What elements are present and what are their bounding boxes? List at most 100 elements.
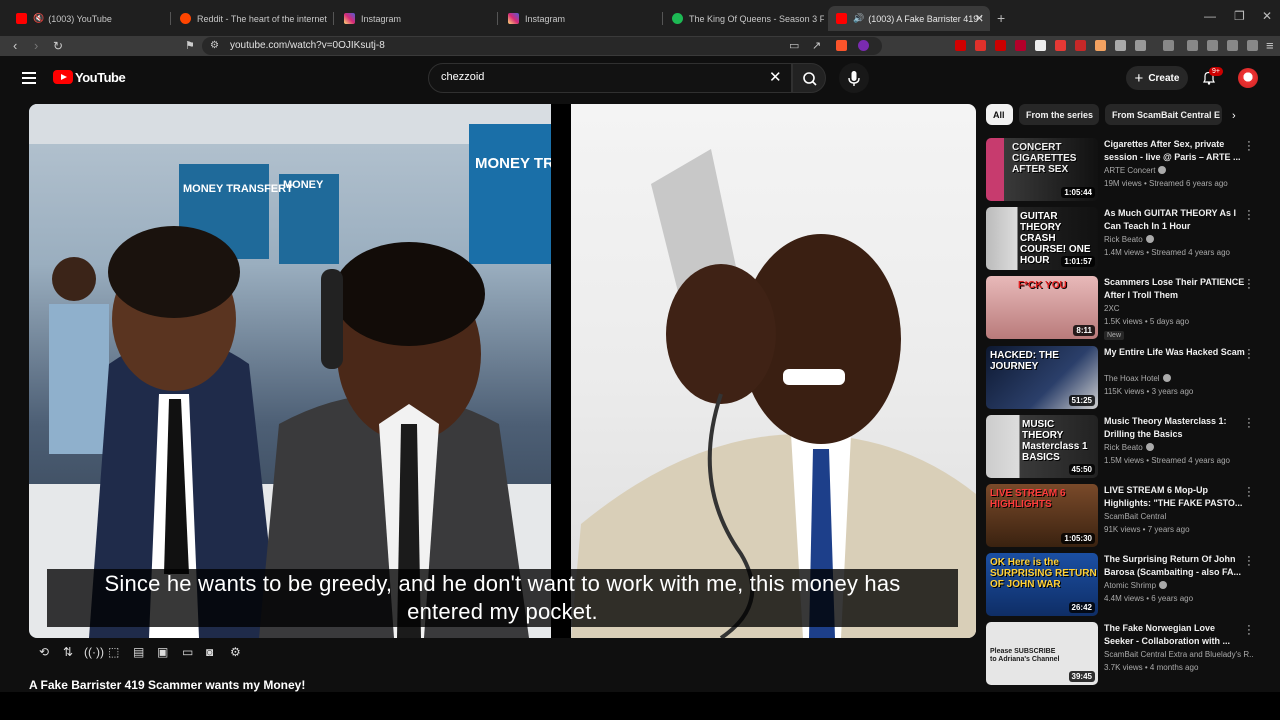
bookmark-icon[interactable]: ⚑ [185, 37, 195, 55]
channel-name[interactable]: ScamBait Central [1104, 512, 1166, 521]
chip-all[interactable]: All [986, 104, 1013, 125]
channel-name[interactable]: 2XC [1104, 304, 1120, 313]
url-text[interactable]: youtube.com/watch?v=0OJIKsutj-8 [230, 40, 385, 51]
more-options-icon[interactable]: · · · [1246, 414, 1252, 433]
create-button[interactable]: + Create [1126, 66, 1188, 90]
minimize-icon[interactable]: — [1204, 9, 1216, 23]
more-options-icon[interactable]: · · · [1246, 137, 1252, 156]
recommendation-item[interactable]: GUITAR THEORY CRASH COURSE! ONE HOUR 1:0… [986, 206, 1276, 271]
more-options-icon[interactable]: · · · [1246, 621, 1252, 640]
tab-instagram-1[interactable]: Instagram [336, 6, 496, 31]
sort-icon[interactable]: ⇅ [63, 645, 73, 659]
extension-icon[interactable] [995, 40, 1006, 51]
recommendation-title[interactable]: The Fake Norwegian Love Seeker - Collabo… [1104, 622, 1246, 648]
tab-instagram-2[interactable]: Instagram [500, 6, 660, 31]
vpn-icon[interactable] [1207, 40, 1218, 51]
channel-name[interactable]: Rick Beato [1104, 443, 1154, 452]
recommendation-item[interactable]: Please SUBSCRIBE to Adriana's Channel 39… [986, 621, 1276, 686]
more-options-icon[interactable]: · · · [1246, 275, 1252, 294]
search-query[interactable]: chezzoid [441, 71, 484, 83]
youtube-logo-text[interactable]: YouTube [75, 70, 126, 85]
brave-shield-icon[interactable] [836, 40, 847, 51]
extension-icon[interactable] [1055, 40, 1066, 51]
video-thumbnail[interactable]: MUSIC THEORY Masterclass 1 BASICS 45:50 [986, 415, 1098, 478]
install-app-icon[interactable]: ▭ [789, 37, 799, 55]
camera-icon[interactable]: ◙ [206, 645, 213, 659]
restore-icon[interactable]: ❐ [1234, 9, 1245, 23]
video-thumbnail[interactable]: LIVE STREAM 6 HIGHLIGHTS 1:05:30 [986, 484, 1098, 547]
extension-icon[interactable] [1035, 40, 1046, 51]
close-window-icon[interactable]: ✕ [1262, 9, 1272, 23]
audio-icon[interactable]: ((·)) [84, 645, 104, 659]
recommendation-item[interactable]: CONCERT CIGARETTES AFTER SEX 1:05:44 Cig… [986, 137, 1276, 202]
video-thumbnail[interactable]: HACKED: THE JOURNEY 51:25 [986, 346, 1098, 409]
youtube-logo-icon[interactable] [53, 70, 73, 84]
tab-youtube-home[interactable]: 🔇 (1003) YouTube [8, 6, 168, 31]
avatar[interactable] [1238, 68, 1258, 88]
recommendation-item[interactable]: LIVE STREAM 6 HIGHLIGHTS 1:05:30 LIVE ST… [986, 483, 1276, 548]
leo-icon[interactable] [1227, 40, 1238, 51]
extensions-puzzle-icon[interactable] [1115, 40, 1126, 51]
more-options-icon[interactable]: · · · [1246, 206, 1252, 225]
extension-icon[interactable] [975, 40, 986, 51]
channel-name[interactable]: Atomic Shrimp [1104, 581, 1168, 590]
more-options-icon[interactable]: · · · [1246, 552, 1252, 571]
reload-icon[interactable]: ↻ [53, 37, 63, 55]
search-button[interactable] [792, 63, 826, 93]
clear-search-icon[interactable]: ✕ [769, 68, 782, 86]
picture-in-picture-icon[interactable]: ▣ [157, 645, 168, 659]
close-tab-icon[interactable]: ✕ [975, 12, 984, 25]
video-thumbnail[interactable]: OK Here is the SURPRISING RETURN OF JOHN… [986, 553, 1098, 616]
recommendation-item[interactable]: OK Here is the SURPRISING RETURN OF JOHN… [986, 552, 1276, 617]
tab-current-video[interactable]: 🔊 (1003) A Fake Barrister 419 Sc ✕ [828, 6, 990, 31]
recommendation-title[interactable]: My Entire Life Was Hacked Scam [1104, 346, 1246, 359]
extension-icon[interactable] [1075, 40, 1086, 51]
shield-icon[interactable] [1247, 40, 1258, 51]
extension-icon[interactable] [1095, 40, 1106, 51]
video-thumbnail[interactable]: Please SUBSCRIBE to Adriana's Channel 39… [986, 622, 1098, 685]
muted-speaker-icon[interactable]: 🔇 [33, 13, 44, 24]
recommendation-title[interactable]: Scammers Lose Their PATIENCE After I Tro… [1104, 276, 1246, 302]
extension-icon[interactable] [1015, 40, 1026, 51]
more-options-icon[interactable]: · · · [1246, 483, 1252, 502]
screenshot-area-icon[interactable]: ⬚ [108, 645, 119, 659]
wallet-icon[interactable] [1187, 40, 1198, 51]
chevron-right-icon[interactable]: › [1232, 110, 1236, 122]
chip-from-series[interactable]: From the series [1019, 104, 1099, 125]
extension-icon[interactable] [1135, 40, 1146, 51]
recommendation-title[interactable]: Cigarettes After Sex, private session - … [1104, 138, 1246, 164]
channel-name[interactable]: ARTE Concert [1104, 166, 1167, 175]
tab-king-of-queens[interactable]: The King Of Queens - Season 3 Full M [664, 6, 824, 31]
menu-icon[interactable]: ≡ [1266, 37, 1274, 55]
recommendation-title[interactable]: As Much GUITAR THEORY As I Can Teach In … [1104, 207, 1246, 233]
hamburger-menu-icon[interactable] [22, 72, 36, 84]
channel-name[interactable]: The Hoax Hotel [1104, 374, 1171, 383]
video-thumbnail[interactable]: F*CK YOU 8:11 [986, 276, 1098, 339]
recommendation-item[interactable]: HACKED: THE JOURNEY 51:25 My Entire Life… [986, 345, 1276, 410]
recommendation-title[interactable]: The Surprising Return Of John Barosa (Sc… [1104, 553, 1246, 579]
new-tab-icon[interactable]: + [997, 10, 1005, 26]
channel-name[interactable]: Rick Beato [1104, 235, 1154, 244]
extension-icon[interactable] [955, 40, 966, 51]
recommendation-title[interactable]: LIVE STREAM 6 Mop-Up Highlights: "THE FA… [1104, 484, 1246, 510]
recommendation-item[interactable]: F*CK YOU 8:11 Scammers Lose Their PATIEN… [986, 275, 1276, 340]
recommendation-title[interactable]: Music Theory Masterclass 1: Drilling the… [1104, 415, 1246, 441]
forward-icon[interactable]: › [34, 37, 38, 55]
sidebar-icon[interactable] [1163, 40, 1174, 51]
theater-mode-icon[interactable]: ▭ [182, 645, 193, 659]
loop-icon[interactable]: ⟲ [39, 645, 49, 659]
share-icon[interactable]: ↗ [812, 37, 821, 55]
playlist-icon[interactable]: ▤ [133, 645, 144, 659]
speaker-icon[interactable]: 🔊 [853, 13, 864, 24]
voice-search-button[interactable] [839, 63, 869, 93]
video-thumbnail[interactable]: GUITAR THEORY CRASH COURSE! ONE HOUR 1:0… [986, 207, 1098, 270]
site-info-icon[interactable]: ⚙ [210, 37, 219, 55]
chip-from-channel[interactable]: From ScamBait Central E [1105, 104, 1222, 125]
channel-name[interactable]: ScamBait Central Extra and Bluelady's R.… [1104, 650, 1254, 659]
tab-reddit[interactable]: Reddit - The heart of the internet [172, 6, 332, 31]
back-icon[interactable]: ‹ [13, 37, 17, 55]
rewards-icon[interactable] [858, 40, 869, 51]
video-player[interactable]: MONEY TRANSFERT MONEY MONEY TRE [29, 104, 976, 638]
video-thumbnail[interactable]: CONCERT CIGARETTES AFTER SEX 1:05:44 [986, 138, 1098, 201]
settings-gear-icon[interactable]: ⚙ [230, 645, 241, 659]
